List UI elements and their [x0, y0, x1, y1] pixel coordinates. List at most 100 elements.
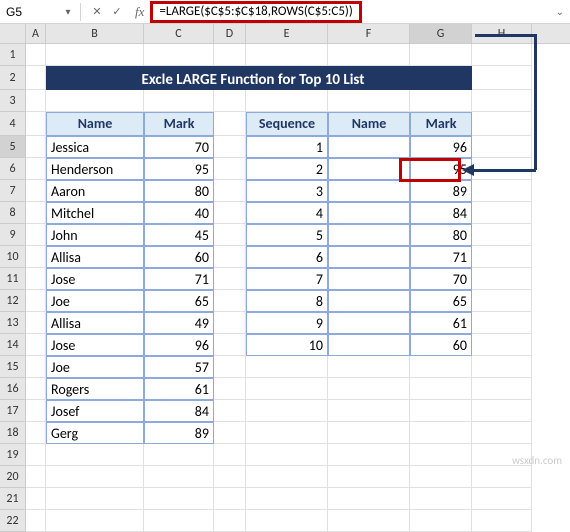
row-header[interactable]: 20: [0, 466, 26, 488]
cell[interactable]: [26, 312, 46, 334]
row-header[interactable]: 1: [0, 44, 26, 66]
fx-icon[interactable]: fx: [129, 4, 150, 20]
cell[interactable]: 57: [144, 356, 214, 378]
cell[interactable]: 80: [410, 224, 472, 246]
row-header[interactable]: 7: [0, 180, 26, 202]
cell[interactable]: [472, 378, 532, 400]
cell[interactable]: [472, 422, 532, 444]
cell[interactable]: [214, 136, 246, 158]
row-header[interactable]: 17: [0, 400, 26, 422]
cell[interactable]: [214, 158, 246, 180]
cell[interactable]: [46, 66, 144, 90]
cell[interactable]: [328, 312, 410, 334]
cell[interactable]: [26, 356, 46, 378]
cell[interactable]: [328, 378, 410, 400]
row-header[interactable]: 9: [0, 224, 26, 246]
table-header[interactable]: Name: [328, 112, 410, 136]
cell[interactable]: [246, 44, 328, 66]
cell[interactable]: [214, 224, 246, 246]
cell[interactable]: [26, 378, 46, 400]
cell[interactable]: 96: [410, 136, 472, 158]
row-header[interactable]: 12: [0, 290, 26, 312]
cell[interactable]: [328, 444, 410, 466]
cancel-icon[interactable]: ✕: [89, 5, 105, 18]
cell[interactable]: [246, 90, 328, 112]
cell[interactable]: [144, 44, 214, 66]
table-header[interactable]: Sequence: [246, 112, 328, 136]
cell[interactable]: [144, 444, 214, 466]
cell[interactable]: 10: [246, 334, 328, 356]
cell[interactable]: [246, 356, 328, 378]
cell[interactable]: 60: [144, 246, 214, 268]
row-header[interactable]: 8: [0, 202, 26, 224]
cell[interactable]: [410, 66, 472, 90]
cell[interactable]: [26, 488, 46, 510]
row-header[interactable]: 14: [0, 334, 26, 356]
cell[interactable]: 1: [246, 136, 328, 158]
cell[interactable]: 3: [246, 180, 328, 202]
cell[interactable]: [472, 224, 532, 246]
cell[interactable]: Joe: [46, 356, 144, 378]
cell[interactable]: [214, 444, 246, 466]
cell[interactable]: [472, 466, 532, 488]
cell[interactable]: [214, 202, 246, 224]
cell[interactable]: [472, 136, 532, 158]
cell[interactable]: [328, 334, 410, 356]
cell[interactable]: [214, 246, 246, 268]
cell[interactable]: [26, 202, 46, 224]
cell[interactable]: [472, 202, 532, 224]
cell[interactable]: [214, 290, 246, 312]
col-header[interactable]: B: [46, 24, 144, 43]
cell[interactable]: [246, 488, 328, 510]
cell[interactable]: 6: [246, 246, 328, 268]
cell[interactable]: [328, 180, 410, 202]
cell[interactable]: [328, 400, 410, 422]
cell[interactable]: [26, 422, 46, 444]
cell[interactable]: [410, 90, 472, 112]
cell[interactable]: 40: [144, 202, 214, 224]
cell[interactable]: 4: [246, 202, 328, 224]
cell[interactable]: 7: [246, 268, 328, 290]
cell[interactable]: 5: [246, 224, 328, 246]
cell[interactable]: [26, 224, 46, 246]
cell[interactable]: [214, 466, 246, 488]
cell[interactable]: [410, 444, 472, 466]
cell[interactable]: 71: [410, 246, 472, 268]
row-header[interactable]: 13: [0, 312, 26, 334]
cell[interactable]: [472, 180, 532, 202]
cell[interactable]: [410, 44, 472, 66]
cell[interactable]: 61: [144, 378, 214, 400]
cell[interactable]: Gerg: [46, 422, 144, 444]
cell[interactable]: [328, 44, 410, 66]
cell[interactable]: [246, 378, 328, 400]
cell[interactable]: [328, 136, 410, 158]
cell[interactable]: [410, 400, 472, 422]
cell[interactable]: Jessica: [46, 136, 144, 158]
cell[interactable]: [46, 510, 144, 532]
row-header[interactable]: 11: [0, 268, 26, 290]
cell[interactable]: 2: [246, 158, 328, 180]
cell[interactable]: John: [46, 224, 144, 246]
cell[interactable]: [26, 466, 46, 488]
cell[interactable]: [246, 422, 328, 444]
cell[interactable]: [328, 246, 410, 268]
cell[interactable]: [410, 356, 472, 378]
row-header[interactable]: 16: [0, 378, 26, 400]
table-header[interactable]: Mark: [410, 112, 472, 136]
row-header[interactable]: 2: [0, 66, 26, 90]
cell[interactable]: [46, 444, 144, 466]
cell[interactable]: [328, 488, 410, 510]
cell[interactable]: [26, 112, 46, 136]
col-header[interactable]: F: [328, 24, 410, 43]
cell[interactable]: [26, 290, 46, 312]
name-box-dropdown-icon[interactable]: ▾: [60, 5, 76, 18]
col-header[interactable]: C: [144, 24, 214, 43]
row-header[interactable]: 22: [0, 510, 26, 532]
cell[interactable]: Josef: [46, 400, 144, 422]
cell[interactable]: [26, 400, 46, 422]
cell[interactable]: [214, 488, 246, 510]
cell[interactable]: 65: [144, 290, 214, 312]
cell[interactable]: [410, 378, 472, 400]
col-header[interactable]: G: [410, 24, 472, 43]
cell[interactable]: [328, 422, 410, 444]
